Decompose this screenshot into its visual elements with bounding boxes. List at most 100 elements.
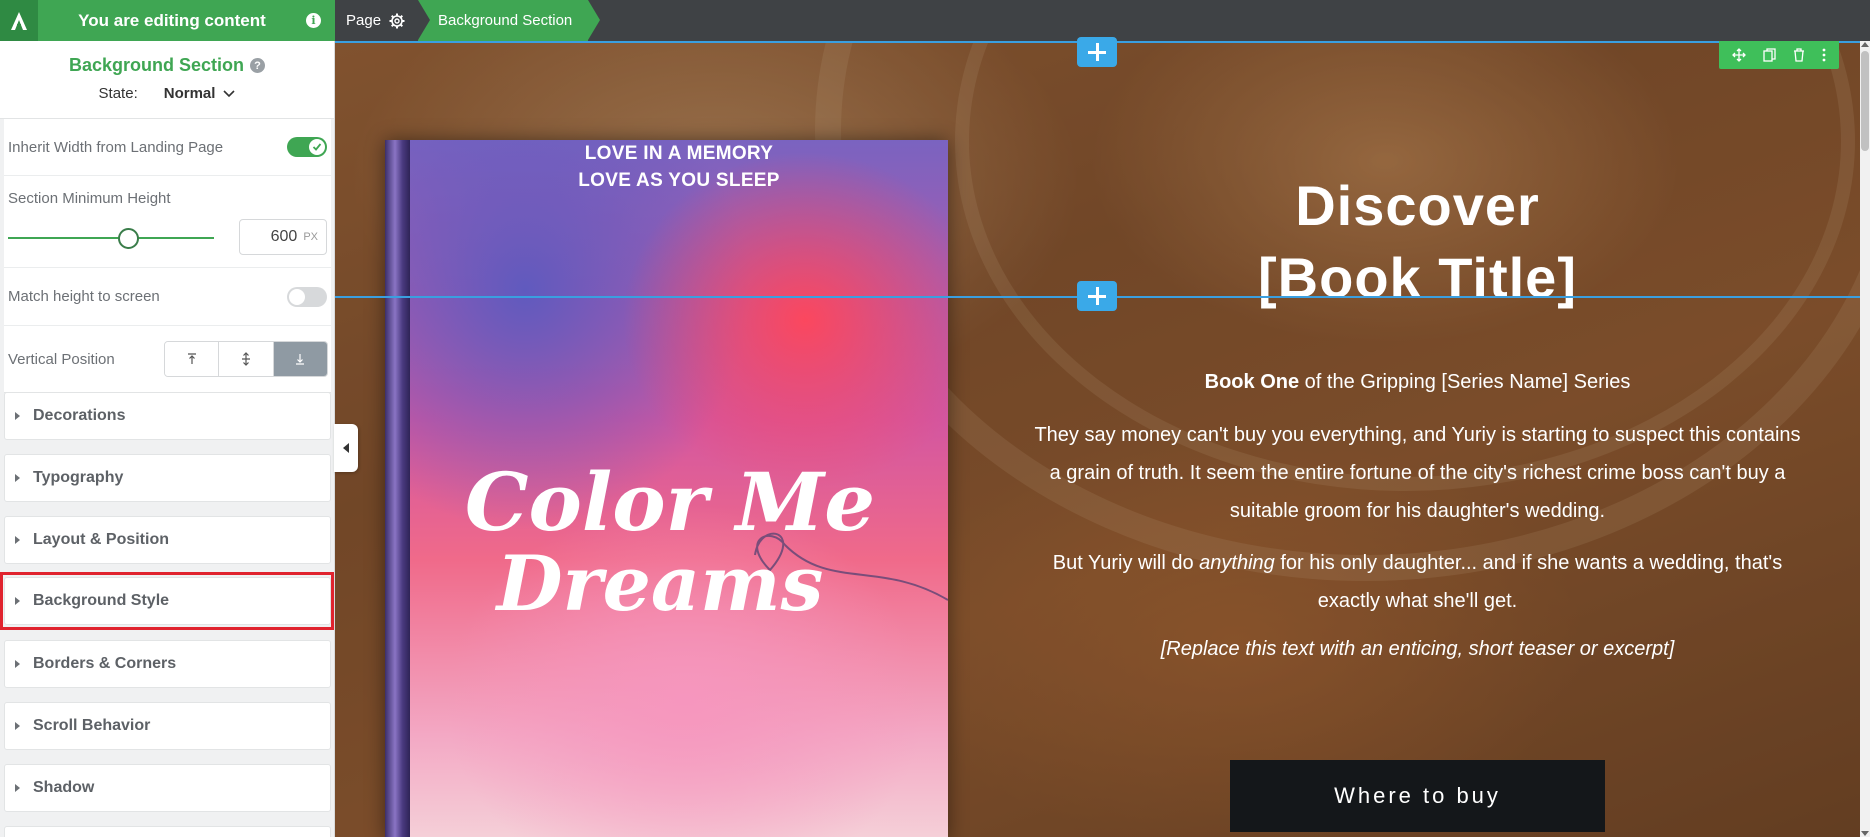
accordion-typography[interactable]: Typography <box>4 454 331 502</box>
vertical-position-label: Vertical Position <box>8 350 115 368</box>
duplicate-icon[interactable] <box>1763 48 1776 62</box>
inherit-width-toggle[interactable] <box>287 137 327 157</box>
hero-subtitle-rest: of the Gripping [Series Name] Series <box>1299 371 1631 393</box>
caret-right-icon <box>15 597 20 605</box>
hero-heading[interactable]: Discover [Book Title] <box>1020 170 1815 314</box>
hero-paragraph-2-b: for his only daughter... and if she want… <box>1274 552 1783 612</box>
gear-icon[interactable] <box>389 13 405 29</box>
min-height-row: Section Minimum Height 600 PX <box>4 176 331 268</box>
align-middle-button[interactable] <box>219 342 274 376</box>
editing-label: You are editing content <box>78 10 266 30</box>
accordion-borders-corners[interactable]: Borders & Corners <box>4 640 331 688</box>
accordion-label: Typography <box>33 469 124 486</box>
scrollbar-thumb[interactable] <box>1861 51 1869 151</box>
accordion-scroll-behavior[interactable]: Scroll Behavior <box>4 702 331 750</box>
min-height-unit: PX <box>303 231 318 243</box>
help-icon[interactable]: ? <box>250 58 266 73</box>
align-middle-icon <box>241 352 250 366</box>
match-height-toggle[interactable] <box>287 286 327 307</box>
accordion-label: Borders & Corners <box>33 655 177 672</box>
align-top-button[interactable] <box>165 342 220 376</box>
editing-banner: You are editing content i <box>0 0 335 41</box>
breadcrumb-page-label: Page <box>346 12 382 29</box>
vertical-position-buttons <box>164 341 328 377</box>
accordion-more[interactable] <box>4 826 331 837</box>
align-bottom-button[interactable] <box>273 342 327 376</box>
match-height-label: Match height to screen <box>8 288 160 305</box>
vertical-scrollbar[interactable] <box>1860 41 1870 837</box>
align-top-icon <box>187 353 196 364</box>
hero-paragraph-2[interactable]: But Yuriy will do anything for his only … <box>1020 544 1815 620</box>
hero-subtitle-bold: Book One <box>1204 371 1300 393</box>
add-element-button[interactable] <box>1077 281 1117 311</box>
section-settings-panel: Inherit Width from Landing Page Section … <box>4 119 331 393</box>
caret-right-icon <box>15 722 20 730</box>
state-selector[interactable]: State: Normal <box>0 85 334 102</box>
sidebar-title-row: Background Section ? <box>0 41 334 76</box>
breadcrumb-arrow-tip <box>588 0 600 40</box>
book-spine <box>385 140 410 837</box>
logo-icon <box>11 11 27 30</box>
info-icon[interactable]: i <box>306 13 321 28</box>
book-tagline-line-2: LOVE AS YOU SLEEP <box>578 170 780 191</box>
min-height-value[interactable]: 600 <box>271 228 298 246</box>
accordion-label: Shadow <box>33 779 95 796</box>
accordion-background-style[interactable]: Background Style <box>4 577 331 625</box>
caret-right-icon <box>15 660 20 668</box>
book-title-line-2: Dreams <box>495 539 824 628</box>
hero-heading-line-2[interactable]: [Book Title] <box>1020 242 1815 314</box>
breadcrumb-active-label: Background Section <box>438 12 573 29</box>
caret-right-icon <box>15 536 20 544</box>
hero-heading-line-1[interactable]: Discover <box>1020 170 1815 242</box>
scroll-up-icon[interactable] <box>1861 42 1869 47</box>
accordion-shadow[interactable]: Shadow <box>4 764 331 812</box>
accordion-label: Background Style <box>33 592 170 609</box>
min-height-slider[interactable] <box>8 228 218 249</box>
more-options-icon[interactable] <box>1822 48 1826 62</box>
breadcrumb-background-section[interactable]: Background Section <box>418 0 588 41</box>
check-icon <box>309 139 325 155</box>
trash-icon[interactable] <box>1793 48 1805 62</box>
accordion-label: Layout & Position <box>33 531 169 548</box>
collapse-sidebar-button[interactable] <box>334 424 358 472</box>
book-tagline: LOVE IN A MEMORY LOVE AS YOU SLEEP <box>410 140 948 194</box>
breadcrumb-page[interactable]: Page <box>336 0 418 41</box>
where-to-buy-button[interactable]: Where to buy <box>1230 760 1605 832</box>
toggle-knob <box>289 288 305 305</box>
caret-left-icon <box>343 443 349 453</box>
app-logo[interactable] <box>0 0 38 41</box>
app-root: You are editing content i Page Backgroun… <box>0 0 1870 837</box>
settings-sidebar: Background Section ? State: Normal Inher… <box>0 41 335 837</box>
plus-icon-vertical <box>1095 43 1099 61</box>
caret-right-icon <box>15 474 20 482</box>
inherit-width-label: Inherit Width from Landing Page <box>8 138 224 156</box>
book-title-script: Color Me Dreams <box>410 440 948 645</box>
sidebar-header: Background Section ? State: Normal <box>0 41 334 119</box>
accordion-label: Scroll Behavior <box>33 717 151 734</box>
align-bottom-icon <box>296 354 305 365</box>
hero-paragraph-2-a: But Yuriy will do <box>1052 552 1200 574</box>
hero-text-block: Discover [Book Title] Book One of the Gr… <box>1020 170 1815 668</box>
hero-paragraph-3[interactable]: [Replace this text with an enticing, sho… <box>1020 630 1815 668</box>
breadcrumb-separator <box>418 0 430 40</box>
vertical-position-row: Vertical Position <box>4 326 331 392</box>
slider-track[interactable] <box>8 237 214 239</box>
caret-right-icon <box>15 412 20 420</box>
add-section-above-button[interactable] <box>1077 37 1117 67</box>
move-icon[interactable] <box>1731 48 1746 62</box>
chevron-down-icon[interactable] <box>223 89 236 98</box>
caret-right-icon <box>15 784 20 792</box>
book-cover-image[interactable]: LOVE IN A MEMORY LOVE AS YOU SLEEP Color… <box>385 140 948 837</box>
match-height-row: Match height to screen <box>4 268 331 326</box>
min-height-input[interactable]: 600 PX <box>239 219 327 255</box>
scroll-down-icon[interactable] <box>1861 831 1869 836</box>
accordion-layout-position[interactable]: Layout & Position <box>4 516 331 564</box>
hero-paragraph-1[interactable]: They say money can't buy you everything,… <box>1020 416 1815 530</box>
hero-subtitle[interactable]: Book One of the Gripping [Series Name] S… <box>1020 368 1815 396</box>
state-value[interactable]: Normal <box>164 85 216 102</box>
book-tagline-line-1: LOVE IN A MEMORY <box>584 143 774 164</box>
slider-handle[interactable] <box>118 228 139 249</box>
hero-paragraph-2-em: anything <box>1199 552 1275 574</box>
accordion-decorations[interactable]: Decorations <box>4 392 331 440</box>
book-title-line-1: Color Me <box>465 455 875 549</box>
